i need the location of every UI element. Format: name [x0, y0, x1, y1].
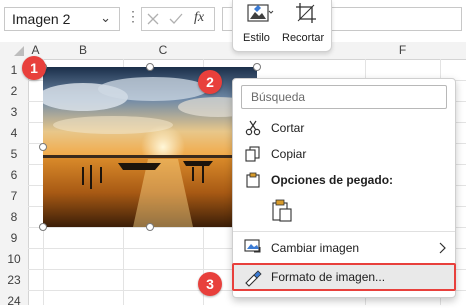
row-header-23[interactable]: 23	[0, 273, 28, 287]
row-header-3[interactable]: 3	[0, 105, 28, 119]
row-header-5[interactable]: 5	[0, 147, 28, 161]
name-box[interactable]: Imagen 2 ⌄	[4, 7, 120, 31]
resize-handle[interactable]	[39, 223, 47, 231]
row-header-2[interactable]: 2	[0, 84, 28, 98]
enter-icon[interactable]	[168, 12, 184, 26]
cancel-icon[interactable]	[146, 12, 160, 26]
paste-options-label: Opciones de pegado:	[271, 173, 394, 187]
select-all-icon[interactable]	[13, 45, 25, 57]
menu-item-change-image-label: Cambiar imagen	[271, 241, 360, 255]
clipboard-icon	[246, 172, 260, 188]
row-headers: 1 2 3 4 5 6 7 8 9 10 23 24	[0, 59, 29, 308]
picture-style-icon	[247, 4, 274, 22]
row-header-8[interactable]: 8	[0, 210, 28, 224]
step-callout-3: 3	[198, 272, 222, 296]
sunset-lake-photo	[43, 67, 257, 227]
column-header-c[interactable]: C	[123, 43, 203, 57]
paste-options-header: Opciones de pegado:	[233, 167, 455, 193]
style-label: Estilo	[243, 32, 270, 44]
search-placeholder: Búsqueda	[251, 90, 306, 104]
more-options-icon[interactable]: ⋮	[126, 8, 140, 25]
insert-function-icon[interactable]: fx	[194, 10, 204, 26]
scissors-icon	[245, 120, 261, 136]
row-header-7[interactable]: 7	[0, 189, 28, 203]
step-callout-1: 1	[22, 56, 46, 80]
format-brush-icon	[245, 270, 262, 287]
column-header-f[interactable]: F	[365, 43, 440, 57]
column-header-b[interactable]: B	[43, 43, 123, 57]
mini-toolbar: Estilo Recortar	[232, 0, 332, 52]
menu-separator	[233, 231, 455, 232]
formula-buttons: fx	[141, 7, 215, 31]
menu-item-change-image[interactable]: Cambiar imagen	[233, 234, 455, 261]
menu-item-cut[interactable]: Cortar	[233, 115, 455, 141]
chevron-down-icon[interactable]: ⌄	[100, 10, 111, 26]
resize-handle[interactable]	[146, 63, 154, 71]
crop-button[interactable]: Recortar	[282, 0, 331, 50]
clipboard-paste-icon	[272, 199, 292, 222]
menu-item-format-image-label: Formato de imagen...	[271, 270, 386, 284]
row-header-24[interactable]: 24	[0, 294, 28, 308]
menu-item-format-image[interactable]: Formato de imagen...	[232, 263, 456, 291]
crop-icon	[296, 3, 316, 23]
style-button[interactable]: Estilo	[235, 0, 283, 50]
copy-icon	[245, 146, 260, 162]
chevron-right-icon	[439, 242, 446, 254]
menu-item-copy-label: Copiar	[271, 147, 307, 161]
step-callout-2: 2	[198, 70, 222, 94]
context-menu: Búsqueda Cortar Copiar Opciones de pegad…	[232, 78, 456, 298]
menu-item-copy[interactable]: Copiar	[233, 141, 455, 167]
menu-search-input[interactable]: Búsqueda	[241, 85, 447, 109]
resize-handle[interactable]	[253, 63, 261, 71]
change-image-icon	[244, 239, 261, 253]
row-header-10[interactable]: 10	[0, 252, 28, 266]
menu-item-cut-label: Cortar	[271, 121, 305, 135]
selected-image[interactable]	[43, 67, 257, 227]
crop-label: Recortar	[282, 32, 325, 44]
resize-handle[interactable]	[146, 223, 154, 231]
column-header-a[interactable]: A	[28, 43, 43, 57]
name-box-value: Imagen 2	[12, 11, 71, 27]
row-header-9[interactable]: 9	[0, 231, 28, 245]
paste-option-button[interactable]	[269, 197, 295, 225]
resize-handle[interactable]	[39, 143, 47, 151]
row-header-6[interactable]: 6	[0, 168, 28, 182]
row-header-4[interactable]: 4	[0, 126, 28, 140]
